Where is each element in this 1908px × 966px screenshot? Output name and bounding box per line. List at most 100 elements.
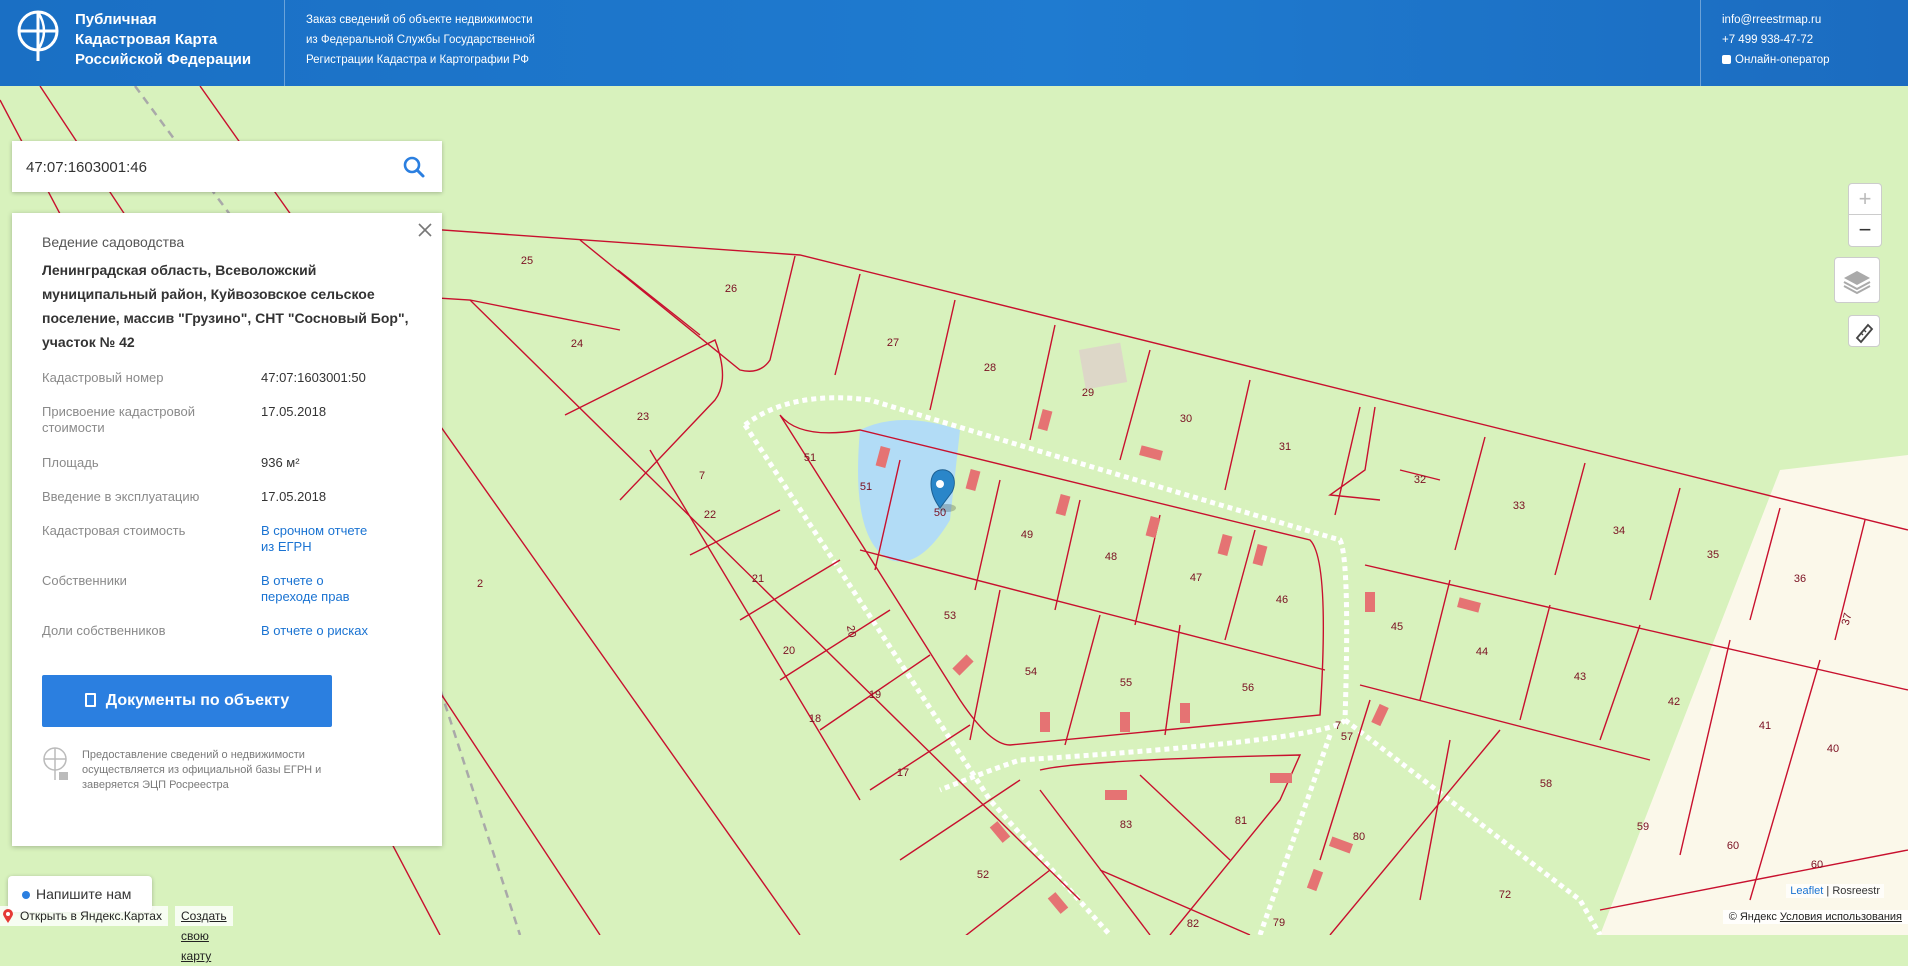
plot-label: 21 xyxy=(752,573,764,585)
egrn-seal-icon xyxy=(43,747,68,780)
info-key: Площадь xyxy=(42,455,99,470)
online-operator-link[interactable]: Онлайн-оператор xyxy=(1722,50,1892,70)
plot-label: 20 xyxy=(844,624,858,638)
globe-logo-icon[interactable] xyxy=(16,9,60,63)
plot-label: 60 xyxy=(1811,859,1823,871)
info-value: 47:07:1603001:50 xyxy=(261,370,366,385)
document-icon xyxy=(84,693,96,707)
yandex-copyright: © Яндекс Условия использования xyxy=(1722,910,1908,924)
plot-label: 29 xyxy=(1082,387,1094,399)
plot-label: 26 xyxy=(725,283,737,295)
plot-label: 22 xyxy=(704,509,716,521)
plot-label: 80 xyxy=(1353,831,1365,843)
plot-label: 79 xyxy=(1273,917,1285,929)
plot-label: 55 xyxy=(1120,677,1132,689)
plot-label: 7 xyxy=(699,470,705,482)
zoom-in-button[interactable]: + xyxy=(1849,184,1881,215)
plot-label: 41 xyxy=(1759,720,1771,732)
plot-label: 56 xyxy=(1242,682,1254,694)
parcel-address: Ленинградская область, Всеволожский муни… xyxy=(42,262,409,350)
plot-label: 58 xyxy=(1540,778,1552,790)
plot-label: 57 xyxy=(1341,731,1353,743)
plot-label: 7 xyxy=(1335,720,1341,732)
plot-label: 59 xyxy=(1637,821,1649,833)
info-value: 17.05.2018 xyxy=(261,489,327,504)
info-key: Кадастровая стоимость xyxy=(42,523,186,538)
layers-icon xyxy=(1843,271,1871,295)
info-key: Присвоение кадастровой стоимости xyxy=(42,404,196,435)
plot-label: 18 xyxy=(809,713,821,725)
brand-line: Кадастровая Карта xyxy=(75,31,218,48)
create-map-link[interactable]: Создать свою карту xyxy=(175,906,233,963)
site-header: Публичная Кадастровая Карта Российской Ф… xyxy=(0,0,1908,86)
leaflet-link[interactable]: Leaflet xyxy=(1790,885,1823,897)
layers-button[interactable] xyxy=(1834,257,1880,303)
online-operator-label: Онлайн-оператор xyxy=(1735,54,1830,66)
chat-status-icon xyxy=(22,891,30,899)
risk-report-link[interactable]: В отчете о рисках xyxy=(261,623,431,639)
gray-building xyxy=(1078,342,1128,390)
info-key: Собственники xyxy=(42,573,127,588)
info-key: Введение в эксплуатацию xyxy=(42,489,200,504)
plot-label: 49 xyxy=(1021,529,1033,541)
parcel-info-card: Ведение садоводства Ленинградская област… xyxy=(12,213,442,846)
brand-title[interactable]: Публичная Кадастровая Карта Российской Ф… xyxy=(75,10,275,70)
brand-line: Российской Федерации xyxy=(75,51,252,68)
order-line: из Федеральной Службы Государственной xyxy=(306,34,535,46)
order-info: Заказ сведений об объекте недвижимости и… xyxy=(306,10,566,70)
plot-label: 51 xyxy=(860,481,872,493)
plot-label: 82 xyxy=(1187,918,1199,930)
phone-link[interactable]: +7 499 938-47-72 xyxy=(1722,30,1892,50)
plot-label: 32 xyxy=(1414,474,1426,486)
plot-label: 72 xyxy=(1499,889,1511,901)
yandex-copy: © Яндекс xyxy=(1728,911,1777,923)
plot-label: 28 xyxy=(984,362,996,374)
info-key: Кадастровый номер xyxy=(42,370,164,385)
plot-label: 53 xyxy=(944,610,956,622)
close-icon[interactable] xyxy=(416,221,434,239)
rosreestr-attribution: Rosreestr xyxy=(1832,885,1880,897)
open-in-yandex-label: Открыть в Яндекс.Картах xyxy=(20,909,162,923)
parcel-type: Ведение садоводства xyxy=(42,234,185,250)
chat-label: Напишите нам xyxy=(36,886,132,902)
egrn-note: Предоставление сведений о недвижимости о… xyxy=(82,749,322,791)
plot-label: 24 xyxy=(571,338,583,350)
header-divider xyxy=(1700,0,1701,86)
search-icon[interactable] xyxy=(402,155,426,179)
plot-label: 48 xyxy=(1105,551,1117,563)
plot-label: 60 xyxy=(1727,840,1739,852)
yandex-terms-link[interactable]: Условия использования xyxy=(1780,911,1902,923)
zoom-control: + − xyxy=(1848,183,1882,247)
contacts: info@rreestrmap.ru +7 499 938-47-72 Онла… xyxy=(1722,10,1892,70)
info-key: Доли собственников xyxy=(42,623,166,638)
info-value: 17.05.2018 xyxy=(261,404,327,419)
plot-label: 47 xyxy=(1190,572,1202,584)
plot-label: 2 xyxy=(477,578,483,590)
zoom-out-button[interactable]: − xyxy=(1849,215,1881,245)
email-link[interactable]: info@rreestrmap.ru xyxy=(1722,10,1892,30)
owners-report-link[interactable]: В отчете о переходе прав xyxy=(261,573,371,605)
plot-label: 35 xyxy=(1707,549,1719,561)
plot-label: 23 xyxy=(637,411,649,423)
plot-label: 30 xyxy=(1180,413,1192,425)
info-value: 936 м² xyxy=(261,455,300,470)
plot-label: 19 xyxy=(869,689,881,701)
plot-label: 17 xyxy=(897,767,909,779)
search-box xyxy=(12,141,442,192)
plot-label: 46 xyxy=(1276,594,1288,606)
cadastral-value-report-link[interactable]: В срочном отчете из ЕГРН xyxy=(261,523,381,555)
plot-label: 33 xyxy=(1513,500,1525,512)
order-line: Регистрации Кадастра и Картографии РФ xyxy=(306,54,529,66)
plot-label: 36 xyxy=(1794,573,1806,585)
ruler-icon xyxy=(1855,323,1874,344)
plot-label: 44 xyxy=(1476,646,1488,658)
cadastral-search-input[interactable] xyxy=(24,154,398,180)
plot-label: 83 xyxy=(1120,819,1132,831)
open-in-yandex-link[interactable]: Открыть в Яндекс.Картах xyxy=(0,906,168,926)
plot-label: 25 xyxy=(521,255,533,267)
plot-label: 42 xyxy=(1668,696,1680,708)
plot-label: 31 xyxy=(1279,441,1291,453)
plot-label: 27 xyxy=(887,337,899,349)
ruler-button[interactable] xyxy=(1848,315,1880,347)
documents-button[interactable]: Документы по объекту xyxy=(42,675,332,727)
